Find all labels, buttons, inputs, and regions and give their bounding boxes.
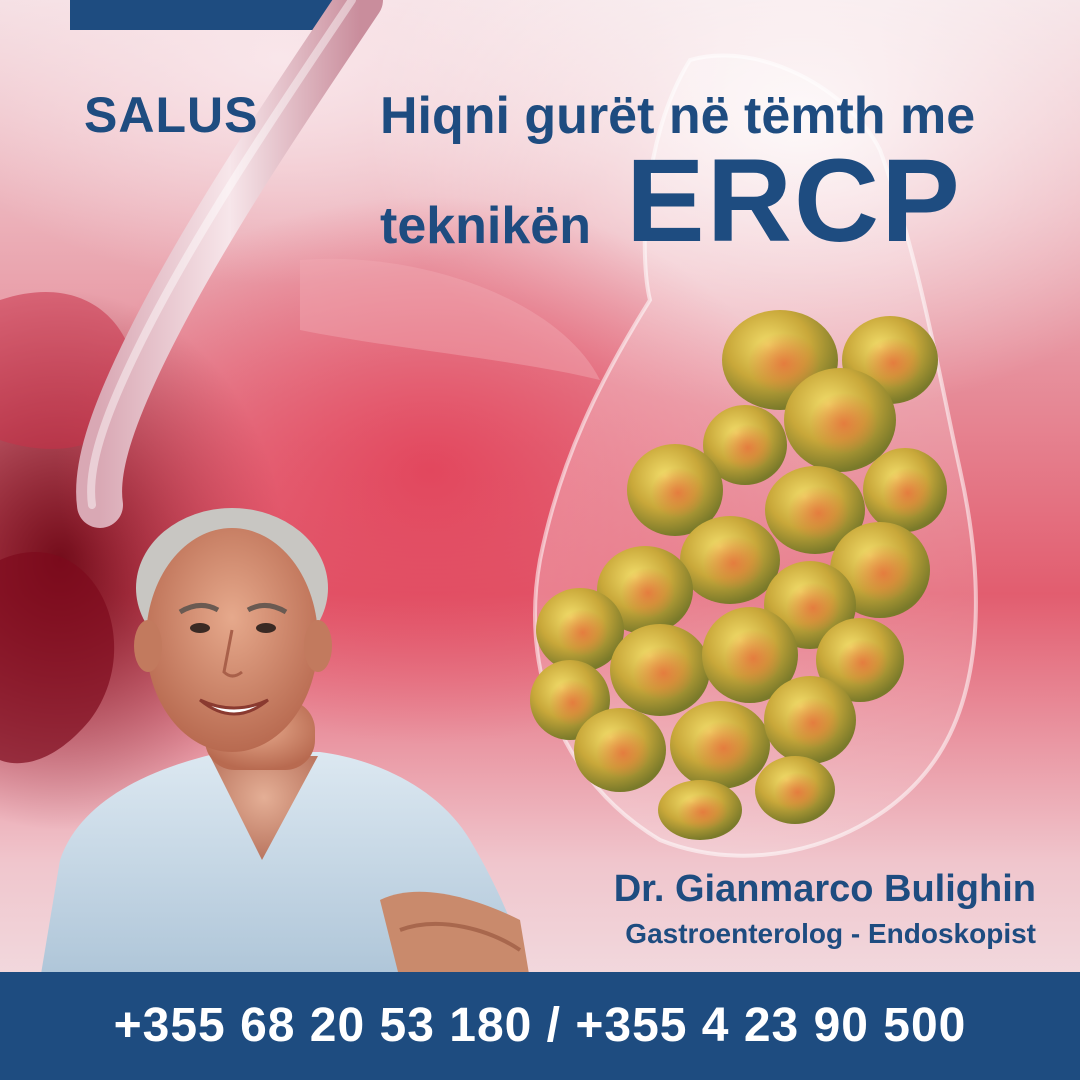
doctor-name: Dr. Gianmarco Bulighin bbox=[613, 868, 1036, 910]
doctor-portrait bbox=[40, 508, 530, 980]
brand-logo-text: SALUS bbox=[84, 87, 259, 143]
ad-canvas: SALUS Hiqni gurët në tëmth me teknikën E… bbox=[0, 0, 1080, 1080]
tissue-fold bbox=[300, 258, 600, 380]
endoscope-tube bbox=[76, 0, 383, 528]
doctor-title: Gastroenterolog - Endoskopist bbox=[625, 918, 1036, 949]
tissue-fold bbox=[0, 552, 115, 764]
contact-bar: +355 68 20 53 180 / +355 4 23 90 500 bbox=[0, 972, 1080, 1080]
headline-line-2: teknikën bbox=[380, 197, 591, 255]
phone-numbers[interactable]: +355 68 20 53 180 / +355 4 23 90 500 bbox=[0, 972, 1080, 1080]
headline-emphasis: ERCP bbox=[626, 135, 962, 267]
